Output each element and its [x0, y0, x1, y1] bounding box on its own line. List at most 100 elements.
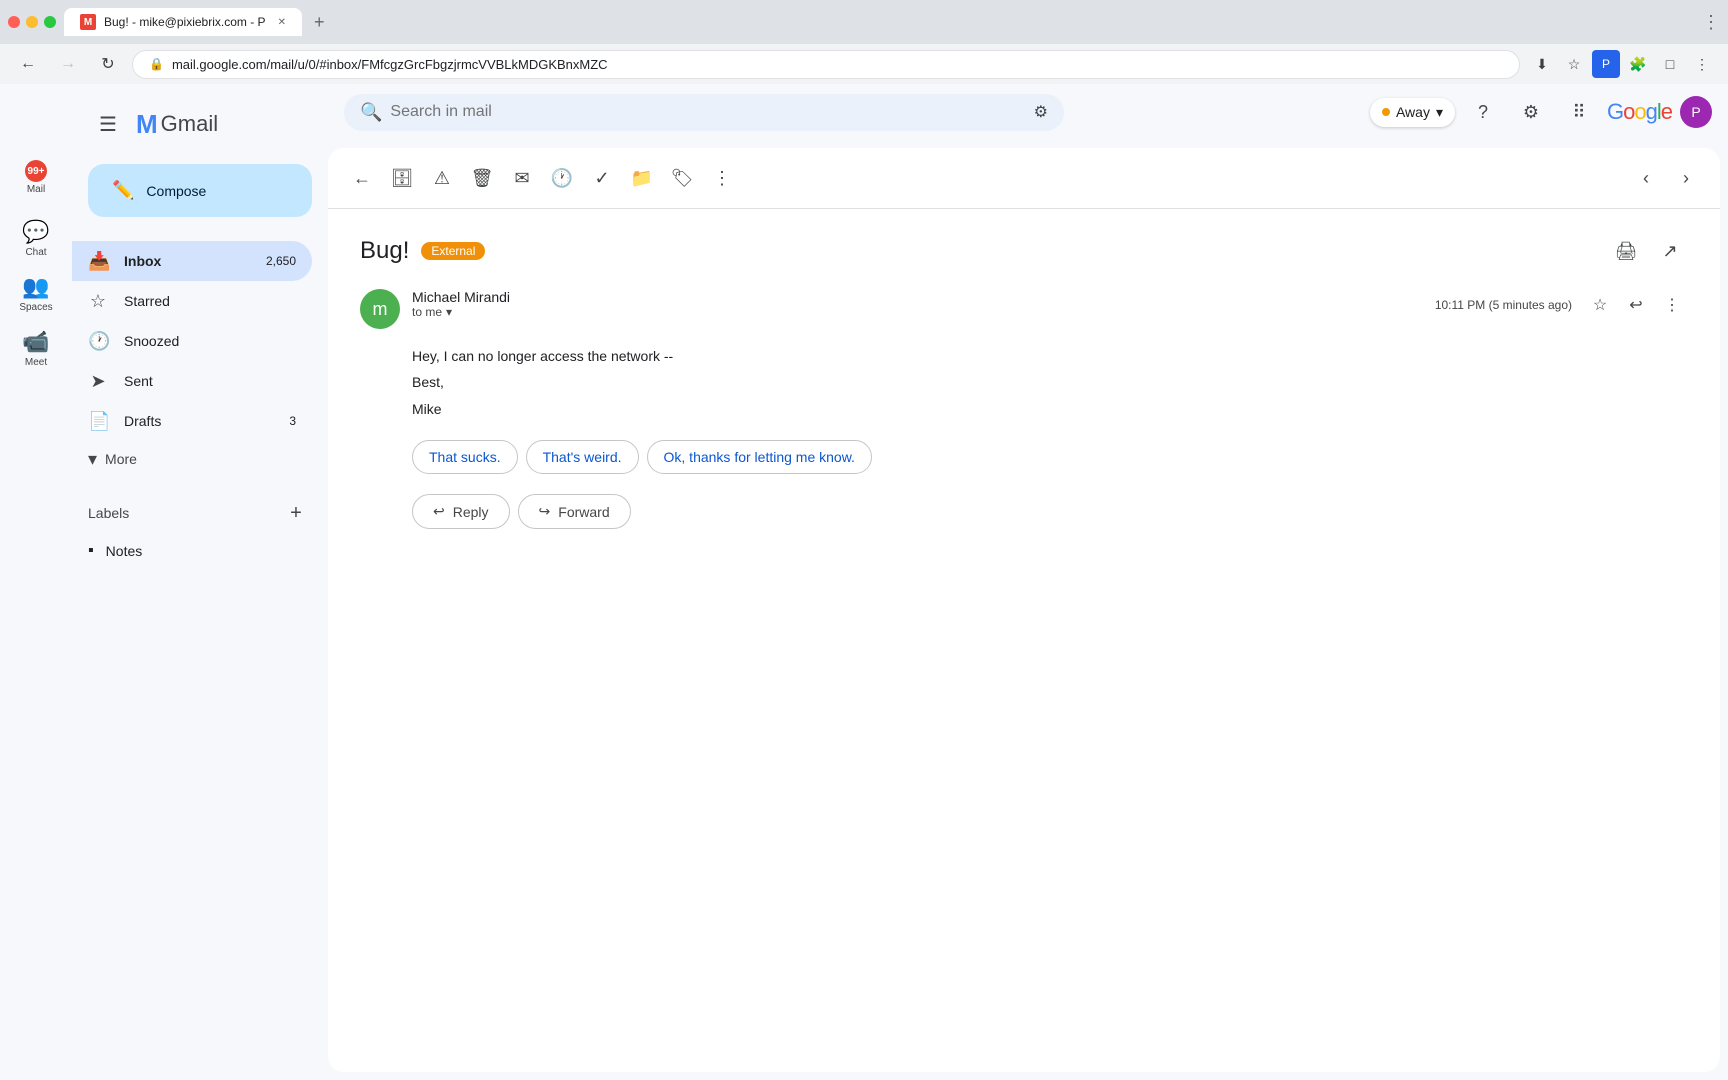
email-content: Bug! External 🖨 ↗ m Michael Mirandi to m…: [328, 209, 1720, 1072]
help-button[interactable]: ?: [1463, 92, 1503, 132]
bookmark-icon[interactable]: ☆: [1560, 50, 1588, 78]
back-button[interactable]: ←: [12, 48, 44, 80]
archive-button[interactable]: 🗄: [384, 160, 420, 196]
spam-button[interactable]: ⚠: [424, 160, 460, 196]
sender-to[interactable]: to me ▾: [412, 305, 1423, 319]
email-toolbar: ← 🗄 ⚠ 🗑 ✉ 🕐 ✓ 📁 🏷 ⋮ ‹ ›: [328, 148, 1720, 209]
search-filter-button[interactable]: ⚙: [1034, 102, 1048, 122]
mark-unread-button[interactable]: ✉: [504, 160, 540, 196]
snooze-button[interactable]: 🕐: [544, 160, 580, 196]
left-sidebar: 99+ Mail 💬 Chat 👥 Spaces 📹 Meet: [0, 84, 72, 1080]
maximize-dot[interactable]: [44, 16, 56, 28]
new-tab-button[interactable]: +: [310, 8, 329, 37]
forward-button[interactable]: →: [52, 48, 84, 80]
menu-button[interactable]: ☰: [88, 104, 128, 144]
reload-button[interactable]: ↻: [92, 48, 124, 80]
tab-title: Bug! - mike@pixiebrix.com - P: [104, 15, 266, 29]
sidebar-item-meet[interactable]: 📹 Meet: [8, 323, 64, 374]
notes-label: Notes: [106, 543, 143, 559]
sidebar-item-chat[interactable]: 💬 Chat: [8, 213, 64, 264]
drafts-icon: 📄: [88, 411, 108, 432]
more-email-actions-button[interactable]: ⋮: [1656, 289, 1688, 321]
sidebar-item-spaces[interactable]: 👥 Spaces: [8, 268, 64, 319]
star-email-button[interactable]: ☆: [1584, 289, 1616, 321]
next-email-button[interactable]: ›: [1668, 160, 1704, 196]
sidebar-item-snoozed[interactable]: 🕐 Snoozed: [72, 321, 312, 361]
extension1-icon[interactable]: P: [1592, 50, 1620, 78]
subject-actions: 🖨 ↗: [1608, 233, 1688, 269]
email-subject: Bug!: [360, 237, 409, 265]
labels-section: Labels + ▪ Notes: [72, 485, 328, 577]
prev-email-button[interactable]: ‹: [1628, 160, 1664, 196]
extension2-icon[interactable]: 🧩: [1624, 50, 1652, 78]
close-dot[interactable]: [8, 16, 20, 28]
settings-button[interactable]: ⚙: [1511, 92, 1551, 132]
sidebar-item-mail[interactable]: 99+ Mail: [8, 154, 64, 201]
sent-icon: ➤: [88, 371, 108, 392]
more-label: More: [105, 451, 137, 467]
more-options-button[interactable]: ⋮: [704, 160, 740, 196]
extension3-icon[interactable]: □: [1656, 50, 1684, 78]
google-logo: Google: [1607, 99, 1672, 125]
browser-dots: [8, 16, 56, 28]
download-icon[interactable]: ⬇: [1528, 50, 1556, 78]
smart-reply-2[interactable]: That's weird.: [526, 440, 639, 474]
email-body: Hey, I can no longer access the network …: [412, 345, 1688, 420]
gmail-logo-area: ☰ M Gmail: [72, 92, 328, 156]
spaces-icon: 👥: [22, 274, 49, 300]
smart-reply-3[interactable]: Ok, thanks for letting me know.: [647, 440, 872, 474]
profile-avatar[interactable]: P: [1680, 96, 1712, 128]
add-label-button[interactable]: +: [280, 497, 312, 529]
topbar: 🔍 ⚙ Away ▾ ? ⚙ ⠿ Google P: [328, 84, 1728, 140]
search-icon: 🔍: [360, 102, 382, 123]
move-to-button[interactable]: 📁: [624, 160, 660, 196]
sidebar-item-starred[interactable]: ☆ Starred: [72, 281, 312, 321]
tab-close-button[interactable]: ✕: [278, 17, 286, 28]
reply-label: Reply: [453, 504, 489, 520]
label-item-notes[interactable]: ▪ Notes: [72, 533, 312, 569]
sidebar-item-inbox[interactable]: 📥 Inbox 2,650: [72, 241, 312, 281]
reply-button[interactable]: ↩ Reply: [412, 494, 510, 529]
more-button[interactable]: ▾ More: [72, 441, 312, 477]
away-label: Away: [1396, 104, 1430, 120]
compose-button[interactable]: ✏️ Compose: [88, 164, 312, 217]
task-button[interactable]: ✓: [584, 160, 620, 196]
browser-menu-icon[interactable]: ⋮: [1702, 12, 1720, 33]
search-bar[interactable]: 🔍 ⚙: [344, 94, 1064, 131]
email-viewer: ← 🗄 ⚠ 🗑 ✉ 🕐 ✓ 📁 🏷 ⋮ ‹ › Bug!: [328, 148, 1720, 1072]
address-bar[interactable]: 🔒 mail.google.com/mail/u/0/#inbox/FMfcgz…: [132, 50, 1520, 79]
starred-label: Starred: [124, 293, 296, 309]
search-input[interactable]: [390, 103, 1025, 121]
browser-tab[interactable]: M Bug! - mike@pixiebrix.com - P ✕: [64, 8, 302, 36]
chevron-icon: ▾: [446, 305, 452, 319]
reply-email-button[interactable]: ↩: [1620, 289, 1652, 321]
print-button[interactable]: 🖨: [1608, 233, 1644, 269]
snoozed-label: Snoozed: [124, 333, 296, 349]
nav-icons: ⬇ ☆ P 🧩 □ ⋮: [1528, 50, 1716, 78]
apps-button[interactable]: ⠿: [1559, 92, 1599, 132]
email-quick-actions: ☆ ↩ ⋮: [1584, 289, 1688, 321]
labels-title: Labels: [88, 505, 129, 521]
open-in-new-button[interactable]: ↗: [1652, 233, 1688, 269]
back-to-inbox-button[interactable]: ←: [344, 160, 380, 196]
minimize-dot[interactable]: [26, 16, 38, 28]
sidebar-item-sent[interactable]: ➤ Sent: [72, 361, 312, 401]
inbox-label: Inbox: [124, 253, 250, 269]
away-status-badge[interactable]: Away ▾: [1370, 98, 1455, 127]
browser-nav: ← → ↻ 🔒 mail.google.com/mail/u/0/#inbox/…: [0, 44, 1728, 84]
compose-label: Compose: [146, 183, 206, 199]
compose-icon: ✏️: [112, 180, 134, 201]
chrome-menu-icon[interactable]: ⋮: [1688, 50, 1716, 78]
label-button[interactable]: 🏷: [664, 160, 700, 196]
delete-button[interactable]: 🗑: [464, 160, 500, 196]
snoozed-icon: 🕐: [88, 331, 108, 352]
nav-section: 📥 Inbox 2,650 ☆ Starred 🕐 Snoozed ➤ Sent…: [72, 233, 328, 485]
gmail-app: 99+ Mail 💬 Chat 👥 Spaces 📹 Meet ☰ M Gmai…: [0, 84, 1728, 1080]
gmail-logo: M Gmail: [136, 109, 218, 140]
chevron-down-icon: ▾: [88, 449, 97, 470]
mail-label: Mail: [27, 184, 45, 195]
body-line2: Best,: [412, 371, 1688, 393]
sidebar-item-drafts[interactable]: 📄 Drafts 3: [72, 401, 312, 441]
smart-reply-1[interactable]: That sucks.: [412, 440, 518, 474]
forward-button[interactable]: ↪ Forward: [518, 494, 631, 529]
